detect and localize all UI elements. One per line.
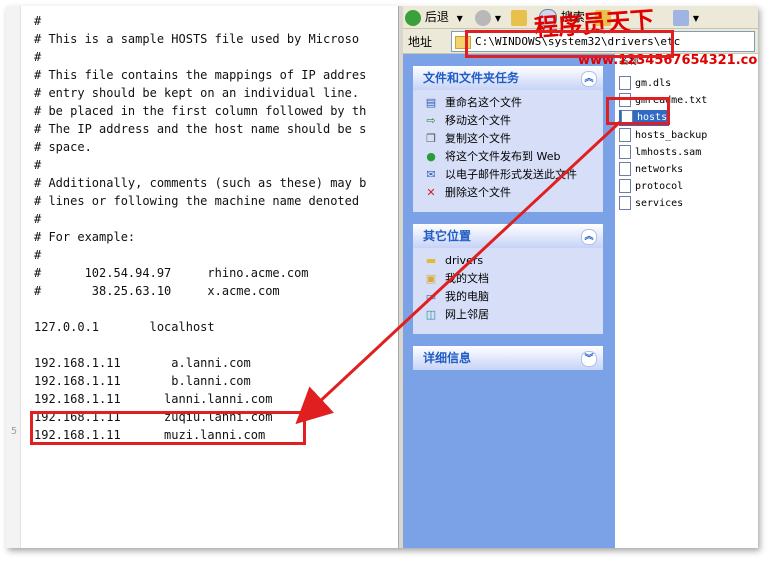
screenshot-frame: 5 # # This is a sample HOSTS file used by… (6, 6, 758, 548)
annotation-arrow (295, 120, 622, 425)
